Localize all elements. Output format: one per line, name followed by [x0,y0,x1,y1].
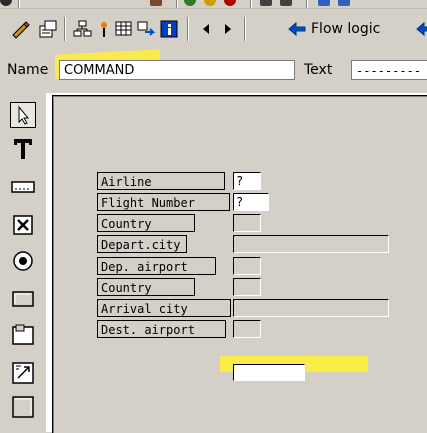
field-depart-city[interactable] [233,235,389,253]
pointer-tool-icon[interactable] [10,102,36,128]
text-field-tool-icon[interactable] [10,136,36,162]
label-country-arrival[interactable]: Country [97,278,195,296]
toolbar-icon-partial[interactable] [150,0,162,6]
toolbar-icon-partial[interactable] [224,0,236,6]
command-ok-code-field[interactable] [233,364,305,381]
flow-logic-button[interactable]: Flow logic [311,18,380,40]
checkbox-tool-icon[interactable] [10,212,36,238]
radio-button-tool-icon[interactable] [10,248,36,274]
label-country[interactable]: Country [97,214,195,232]
toolbar-separator [250,0,252,8]
label-airline[interactable]: Airline [97,172,225,190]
screen-painter-toolbar: Flow logic [0,9,427,49]
label-arrival-city[interactable]: Arrival city [97,299,231,317]
toolbar-icon-partial[interactable] [338,0,350,6]
name-input[interactable]: COMMAND [59,60,295,80]
toolbar-separator [306,0,308,8]
toolbar-separator [18,0,20,8]
text-label: Text [304,62,333,78]
toolbar-icon-partial[interactable] [0,0,12,6]
field-arrival-city[interactable] [233,299,389,317]
toolbar-separator [64,17,66,41]
toolbar-icon-partial[interactable] [260,0,272,6]
frame-tool-icon[interactable] [10,322,36,348]
object-list-icon[interactable] [37,18,59,40]
field-airline[interactable]: ? [233,172,261,190]
label-depart-city[interactable]: Depart.city [97,235,187,253]
attribute-pin-icon[interactable] [93,18,115,40]
layout-grid-icon[interactable] [113,18,135,40]
subscreen-tool-icon[interactable] [10,360,36,386]
element-palette [6,96,46,432]
table-control-tool-icon[interactable] [10,394,36,420]
field-dest-airport[interactable] [233,320,261,338]
field-dep-airport[interactable] [233,257,261,275]
application-toolbar-strip [0,0,427,9]
info-icon[interactable] [158,18,180,40]
toolbar-icon-partial[interactable] [318,0,330,6]
transfer-arrows-icon[interactable] [135,18,157,40]
arrow-left-partial-icon[interactable] [414,18,427,40]
label-dest-airport[interactable]: Dest. airport [97,320,226,338]
chevron-right-icon[interactable] [217,18,239,40]
chevron-left-icon[interactable] [195,18,217,40]
pushbutton-tool-icon[interactable] [10,286,36,312]
toolbar-separator [176,0,178,8]
toolbar-icon-partial[interactable] [280,0,292,6]
element-attributes-row: Name COMMAND Text --------- [0,49,427,90]
name-label: Name [7,62,49,78]
input-field-tool-icon[interactable] [10,174,36,200]
toolbar-icon-partial[interactable] [204,0,216,6]
field-country-arrival[interactable] [233,278,261,296]
toolbar-separator [244,17,246,41]
flow-logic-arrow-icon[interactable] [286,18,308,40]
toolbar-separator [187,17,189,41]
label-flight-number[interactable]: Flight Number [97,193,230,211]
field-flight-number[interactable]: ? [233,193,269,211]
text-input[interactable]: --------- [351,60,427,80]
edit-pencil-icon[interactable] [10,18,32,40]
hierarchy-icon[interactable] [71,18,93,40]
field-country[interactable] [233,214,261,232]
toolbar-icon-partial[interactable] [184,0,196,6]
label-dep-airport[interactable]: Dep. airport [97,257,216,275]
